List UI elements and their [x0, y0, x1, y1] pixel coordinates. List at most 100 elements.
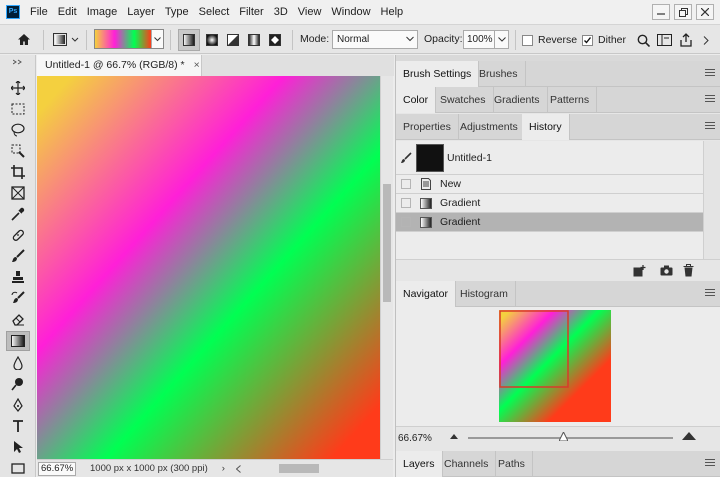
menu-layer[interactable]: Layer	[123, 6, 159, 18]
document-tab[interactable]: Untitled-1 @ 66.7% (RGB/8) * ×	[37, 55, 202, 76]
eyedropper-tool-icon[interactable]	[6, 204, 30, 224]
marquee-tool-icon[interactable]	[6, 99, 30, 119]
workspace-icon[interactable]	[653, 29, 675, 51]
scrollbar-thumb[interactable]	[383, 184, 391, 302]
healing-brush-tool-icon[interactable]	[6, 225, 30, 245]
search-icon[interactable]	[632, 29, 654, 51]
menu-edit[interactable]: Edit	[54, 6, 81, 18]
linear-gradient-button[interactable]	[178, 29, 200, 51]
navigator-preview[interactable]	[499, 310, 611, 422]
menu-3d[interactable]: 3D	[270, 6, 292, 18]
tab-properties[interactable]: Properties	[396, 114, 459, 140]
tab-gradients[interactable]: Gradients	[487, 87, 548, 113]
brush-tool-icon[interactable]	[6, 246, 30, 266]
menu-bar: Ps File Edit Image Layer Type Select Fil…	[0, 0, 720, 24]
reflected-gradient-button[interactable]	[243, 29, 265, 51]
type-tool-icon[interactable]	[6, 416, 30, 436]
chevron-right-icon[interactable]	[697, 29, 715, 51]
canvas-area[interactable]	[37, 76, 380, 459]
reverse-checkbox[interactable]: Reverse	[522, 34, 577, 46]
lasso-tool-icon[interactable]	[6, 120, 30, 140]
frame-tool-icon[interactable]	[6, 183, 30, 203]
chevron-down-icon[interactable]	[151, 30, 163, 48]
pen-tool-icon[interactable]	[6, 395, 30, 415]
restore-button[interactable]	[674, 4, 692, 20]
history-item-selected[interactable]: Gradient	[396, 213, 703, 232]
reverse-checkbox-box[interactable]	[522, 34, 533, 46]
gradient-icon	[420, 216, 432, 228]
scroll-left-icon	[235, 464, 241, 473]
menu-type[interactable]: Type	[161, 6, 193, 18]
history-item[interactable]: Gradient	[396, 194, 703, 213]
menu-filter[interactable]: Filter	[235, 6, 267, 18]
history-state-checkbox[interactable]	[401, 198, 411, 208]
tab-patterns[interactable]: Patterns	[543, 87, 598, 113]
menu-select[interactable]: Select	[195, 6, 234, 18]
panel-menu-icon[interactable]	[705, 69, 715, 77]
menu-help[interactable]: Help	[377, 6, 408, 18]
menu-image[interactable]: Image	[83, 6, 122, 18]
tab-adjustments[interactable]: Adjustments	[453, 114, 526, 140]
tab-brush-settings[interactable]: Brush Settings	[396, 61, 480, 87]
diamond-gradient-button[interactable]	[264, 29, 286, 51]
history-snapshot[interactable]: Untitled-1	[396, 141, 703, 175]
tab-histogram[interactable]: Histogram	[453, 281, 516, 307]
rectangle-tool-icon[interactable]	[6, 458, 30, 477]
status-menu-arrow[interactable]: ›	[222, 463, 225, 474]
camera-icon	[660, 265, 673, 276]
panel-menu-icon[interactable]	[705, 122, 715, 130]
gradient-tool-icon[interactable]	[6, 331, 30, 351]
history-brush-tool-icon[interactable]	[6, 288, 30, 308]
angle-gradient-button[interactable]	[222, 29, 244, 51]
path-selection-tool-icon[interactable]	[6, 437, 30, 457]
zoom-slider-track[interactable]	[468, 437, 673, 439]
panel-menu-icon[interactable]	[705, 95, 715, 103]
tab-channels[interactable]: Channels	[437, 451, 497, 477]
dither-checkbox-box[interactable]	[582, 34, 593, 46]
panel-menu-icon[interactable]	[705, 289, 715, 297]
navigator-panel	[396, 307, 720, 426]
menu-view[interactable]: View	[294, 6, 326, 18]
tab-swatches[interactable]: Swatches	[433, 87, 494, 113]
dither-checkbox[interactable]: Dither	[582, 34, 626, 46]
zoom-slider-handle	[559, 432, 568, 441]
tab-history[interactable]: History	[522, 114, 570, 140]
eraser-tool-icon[interactable]	[6, 309, 30, 329]
tab-layers[interactable]: Layers	[396, 451, 443, 477]
radial-gradient-button[interactable]	[201, 29, 223, 51]
reverse-label: Reverse	[538, 34, 578, 46]
tab-paths[interactable]: Paths	[491, 451, 533, 477]
panel-menu-icon[interactable]	[705, 459, 715, 467]
close-window-button[interactable]	[696, 4, 714, 20]
gradient-picker[interactable]	[94, 29, 164, 49]
share-icon[interactable]	[675, 29, 697, 51]
close-tab-icon[interactable]: ×	[194, 59, 200, 71]
clone-stamp-tool-icon[interactable]	[6, 267, 30, 287]
dodge-tool-icon[interactable]	[6, 374, 30, 394]
history-state-checkbox[interactable]	[401, 179, 411, 189]
home-icon[interactable]	[13, 28, 35, 50]
history-panel: Untitled-1 New Gradient Gradient	[396, 141, 720, 281]
navigator-zoom-value[interactable]: 66.67%	[398, 433, 432, 444]
menu-window[interactable]: Window	[327, 6, 374, 18]
move-tool-icon[interactable]	[6, 78, 30, 98]
history-scrollbar[interactable]	[703, 141, 720, 261]
zoom-field[interactable]: 66.67%	[38, 461, 76, 476]
gradient-canvas[interactable]	[37, 76, 380, 459]
history-item[interactable]: New	[396, 175, 703, 194]
photoshop-logo-icon: Ps	[6, 5, 20, 19]
tab-color[interactable]: Color	[396, 87, 437, 113]
tab-brushes[interactable]: Brushes	[472, 61, 526, 87]
history-state-checkbox[interactable]	[401, 217, 411, 227]
tool-preset-picker[interactable]	[52, 29, 82, 51]
menu-file[interactable]: File	[26, 6, 52, 18]
blur-tool-icon[interactable]	[6, 353, 30, 373]
crop-tool-icon[interactable]	[6, 162, 30, 182]
quick-select-tool-icon[interactable]	[6, 141, 30, 161]
vertical-scrollbar[interactable]	[380, 76, 393, 459]
horizontal-scrollbar-thumb[interactable]	[278, 464, 319, 473]
opacity-dropdown-button[interactable]	[494, 30, 509, 49]
tab-navigator[interactable]: Navigator	[396, 281, 456, 307]
mode-dropdown[interactable]: Normal	[332, 30, 418, 49]
minimize-button[interactable]	[652, 4, 670, 20]
